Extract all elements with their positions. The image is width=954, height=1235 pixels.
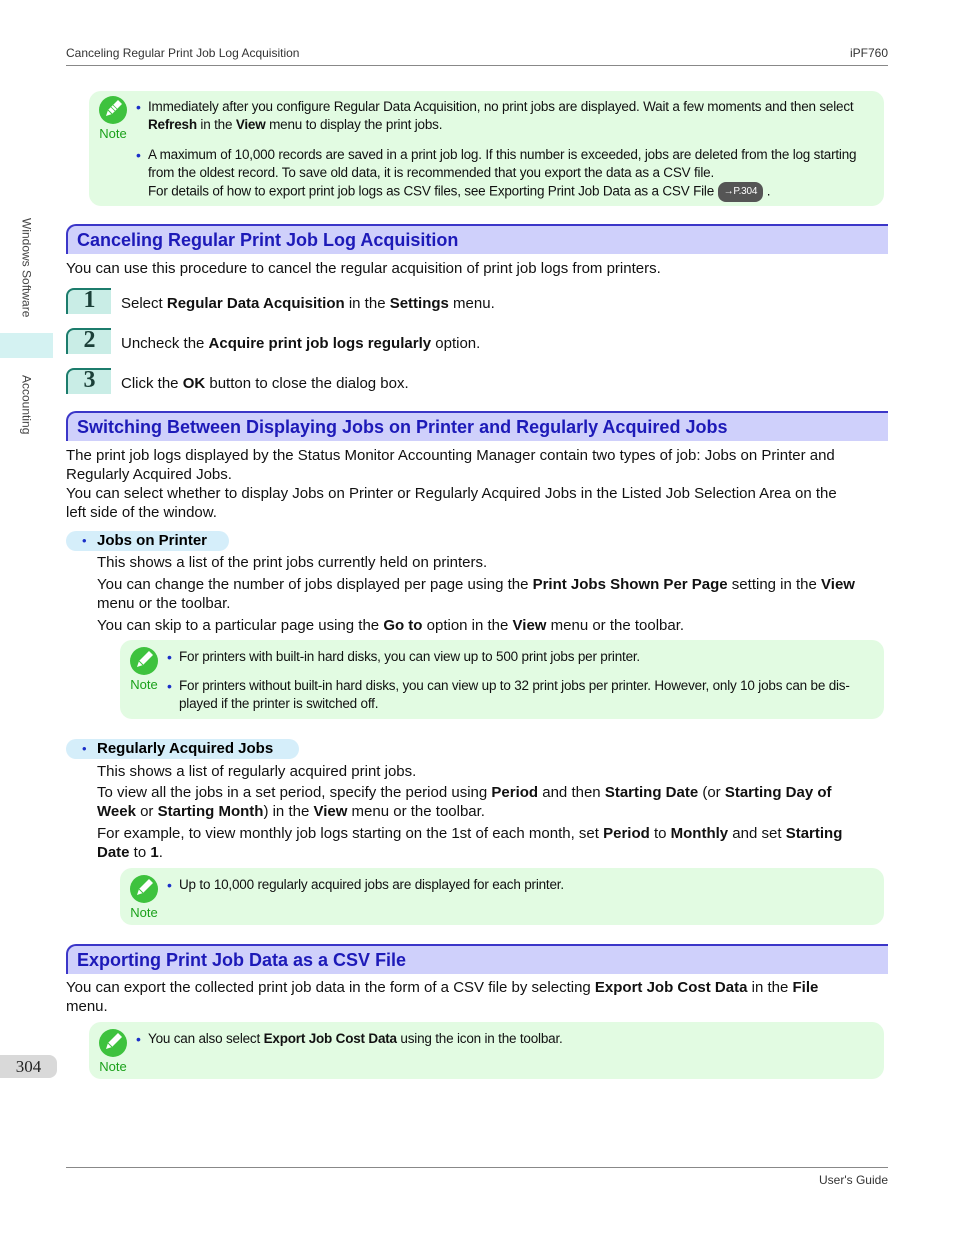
subheading-jobs-on-printer: • Jobs on Printer <box>66 531 229 551</box>
note-item: • For printers without built-in hard disk… <box>167 678 850 711</box>
paragraph: This shows a list of regularly acquired … <box>97 763 417 780</box>
header-divider <box>66 65 888 66</box>
page-number: 304 <box>0 1055 57 1078</box>
section-paragraph: You can export the collected print job d… <box>66 979 819 1015</box>
note-item: • Immediately after you configure Regular… <box>136 99 854 132</box>
step-text: Click the OK button to close the dialog … <box>121 375 409 392</box>
note-box: Note • Immediately after you configure Re… <box>89 91 884 206</box>
section-paragraph: The print job logs displayed by the Stat… <box>66 447 837 521</box>
step-number: 2 <box>66 328 111 354</box>
side-tab-active-marker <box>0 333 53 358</box>
subheading-regularly-acquired-jobs: • Regularly Acquired Jobs <box>66 739 299 759</box>
paragraph: For example, to view monthly job logs st… <box>97 825 843 861</box>
note-box: Note • Up to 10,000 regularly acquired jo… <box>120 868 884 925</box>
note-pencil-icon: Note <box>93 96 133 141</box>
paragraph: You can change the number of jobs displa… <box>97 576 855 612</box>
note-item: • A maximum of 10,000 records are saved i… <box>136 146 878 202</box>
step-text: Select Regular Data Acquisition in the S… <box>121 295 495 312</box>
paragraph: You can skip to a particular page using … <box>97 617 685 634</box>
note-pencil-icon: Note <box>124 647 164 692</box>
running-header-model: iPF760 <box>849 46 888 60</box>
footer-guide-label: User's Guide <box>819 1173 888 1187</box>
note-box: Note • You can also select Export Job Cos… <box>89 1022 884 1079</box>
footer-divider <box>66 1167 888 1168</box>
paragraph: To view all the jobs in a set period, sp… <box>97 784 832 820</box>
note-pencil-icon: Note <box>124 875 164 920</box>
note-item: • You can also select Export Job Cost Dat… <box>136 1031 563 1047</box>
note-item: • For printers with built-in hard disks, … <box>167 649 640 665</box>
note-box: Note • For printers with built-in hard di… <box>120 640 884 719</box>
page-reference-link[interactable]: →P.304 <box>717 182 764 202</box>
side-tab-accounting[interactable]: Accounting <box>0 362 53 447</box>
step-text: Uncheck the Acquire print job logs regul… <box>121 335 481 352</box>
side-tab-windows-software[interactable]: Windows Software <box>0 205 53 330</box>
paragraph: This shows a list of the print jobs curr… <box>97 554 488 571</box>
note-pencil-icon: Note <box>93 1029 133 1074</box>
section-heading: Switching Between Displaying Jobs on Pri… <box>66 411 888 441</box>
section-intro: You can use this procedure to cancel the… <box>66 260 661 277</box>
running-header-title: Canceling Regular Print Job Log Acquisit… <box>66 46 300 60</box>
step-number: 3 <box>66 368 111 394</box>
section-heading: Exporting Print Job Data as a CSV File <box>66 944 888 974</box>
step-number: 1 <box>66 288 111 314</box>
note-item: • Up to 10,000 regularly acquired jobs ar… <box>167 877 564 893</box>
section-heading: Canceling Regular Print Job Log Acquisit… <box>66 224 888 254</box>
